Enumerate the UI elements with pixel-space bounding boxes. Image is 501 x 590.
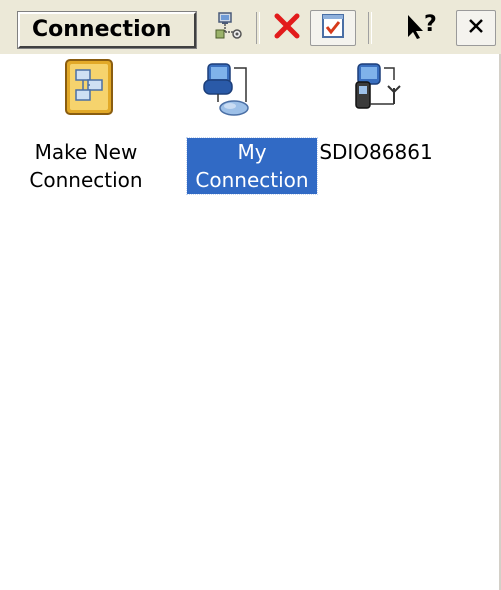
connections-list: Make New Connection My Connection SDIO86… — [0, 54, 499, 590]
item-label: Make New Connection — [29, 140, 143, 192]
whats-this-help-icon: ? — [402, 11, 446, 45]
connection-window: Connection ? Make New Connection My Conn… — [0, 0, 501, 590]
whats-this-help-button[interactable]: ? — [396, 10, 452, 46]
close-icon — [466, 16, 486, 40]
properties-button[interactable] — [206, 10, 250, 46]
window-title: Connection — [17, 11, 197, 49]
toolbar: Connection ? — [0, 0, 501, 54]
toolbar-separator — [368, 12, 372, 44]
item-label: SDIO86861 — [319, 140, 433, 164]
my-connection-item[interactable]: My Connection — [156, 58, 318, 198]
toolbar-separator — [256, 12, 260, 44]
make-new-connection-item[interactable]: Make New Connection — [16, 58, 156, 198]
svg-text:?: ? — [424, 12, 437, 37]
sdio86861-item[interactable]: SDIO86861 — [306, 58, 446, 198]
wireless-connection-icon — [344, 58, 408, 122]
make-new-connection-icon — [54, 58, 118, 122]
checklist-icon — [318, 11, 348, 45]
properties-icon — [212, 10, 244, 46]
delete-button[interactable] — [266, 10, 308, 46]
select-all-button[interactable] — [310, 10, 356, 46]
network-connection-icon — [194, 58, 258, 122]
delete-icon — [272, 11, 302, 45]
close-button[interactable] — [456, 10, 496, 46]
item-label: My Connection — [186, 137, 318, 195]
